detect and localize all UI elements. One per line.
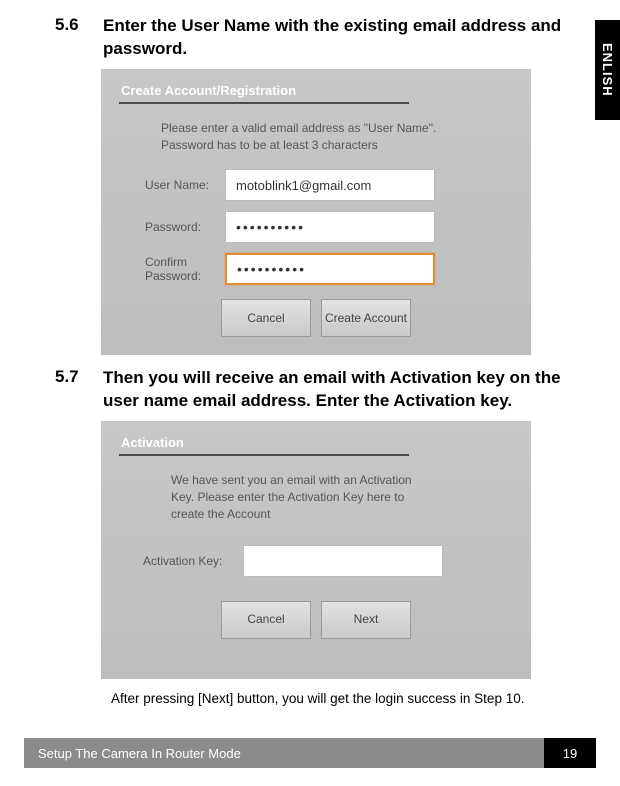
divider — [119, 454, 409, 456]
figure-activation: Activation We have sent you an email wit… — [101, 421, 531, 679]
footer-section: Setup The Camera In Router Mode — [24, 738, 544, 768]
step-number-57: 5.7 — [55, 367, 85, 413]
step-text-57: Then you will receive an email with Acti… — [103, 367, 575, 413]
password-field[interactable]: •••••••••• — [225, 211, 435, 243]
figure-create-account: Create Account/Registration Please enter… — [101, 69, 531, 356]
dialog-title: Activation — [121, 435, 515, 450]
help-text: We have sent you an email with an Activa… — [117, 472, 515, 522]
note-text: After pressing [Next] button, you will g… — [111, 691, 575, 706]
page-number: 19 — [544, 738, 596, 768]
step-number-56: 5.6 — [55, 15, 85, 61]
divider — [119, 102, 409, 104]
activation-key-label: Activation Key: — [143, 554, 233, 568]
cancel-button[interactable]: Cancel — [221, 299, 311, 337]
username-field[interactable]: motoblink1@gmail.com — [225, 169, 435, 201]
language-tab: ENLISH — [595, 20, 620, 120]
step-text-56: Enter the User Name with the existing em… — [103, 15, 575, 61]
next-button[interactable]: Next — [321, 601, 411, 639]
password-label: Password: — [145, 220, 215, 234]
create-account-button[interactable]: Create Account — [321, 299, 411, 337]
cancel-button[interactable]: Cancel — [221, 601, 311, 639]
confirm-password-label: Confirm Password: — [145, 255, 215, 284]
help-text: Please enter a valid email address as "U… — [117, 120, 515, 154]
activation-key-field[interactable] — [243, 545, 443, 577]
language-tab-label: ENLISH — [600, 43, 615, 97]
confirm-password-field[interactable]: •••••••••• — [225, 253, 435, 285]
dialog-title: Create Account/Registration — [121, 83, 515, 98]
username-label: User Name: — [145, 178, 215, 192]
